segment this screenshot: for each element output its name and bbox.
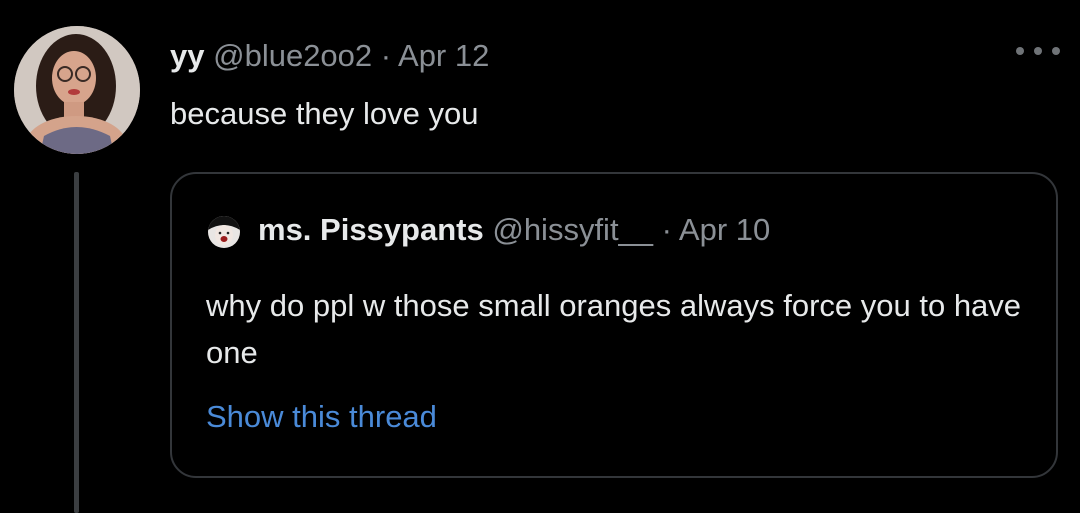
profile-photo-icon — [14, 26, 140, 154]
quote-header: ms. Pissypants @hissyfit__ · Apr 10 — [258, 212, 770, 248]
tweet-header: yy @blue2oo2 · Apr 12 — [170, 38, 489, 74]
quote-tweet-card[interactable]: ms. Pissypants @hissyfit__ · Apr 10 why … — [170, 172, 1058, 478]
quote-avatar[interactable] — [208, 216, 240, 248]
quote-header-separator: · — [661, 212, 672, 247]
quote-date[interactable]: Apr 10 — [679, 212, 770, 247]
display-name[interactable]: yy — [170, 38, 204, 73]
quote-user-handle[interactable]: @hissyfit__ — [492, 212, 653, 247]
avatar[interactable] — [14, 26, 140, 154]
profile-photo-icon — [208, 216, 240, 248]
thread-connector-line — [74, 172, 79, 513]
show-thread-link[interactable]: Show this thread — [206, 399, 437, 435]
ellipsis-icon[interactable] — [1016, 43, 1060, 59]
header-separator: · — [380, 38, 392, 73]
tweet-text: because they love you — [170, 96, 479, 131]
tweet-date[interactable]: Apr 12 — [398, 38, 489, 73]
user-handle[interactable]: @blue2oo2 — [213, 38, 372, 73]
quote-text: why do ppl w those small oranges always … — [206, 288, 1022, 370]
quote-display-name[interactable]: ms. Pissypants — [258, 212, 484, 247]
